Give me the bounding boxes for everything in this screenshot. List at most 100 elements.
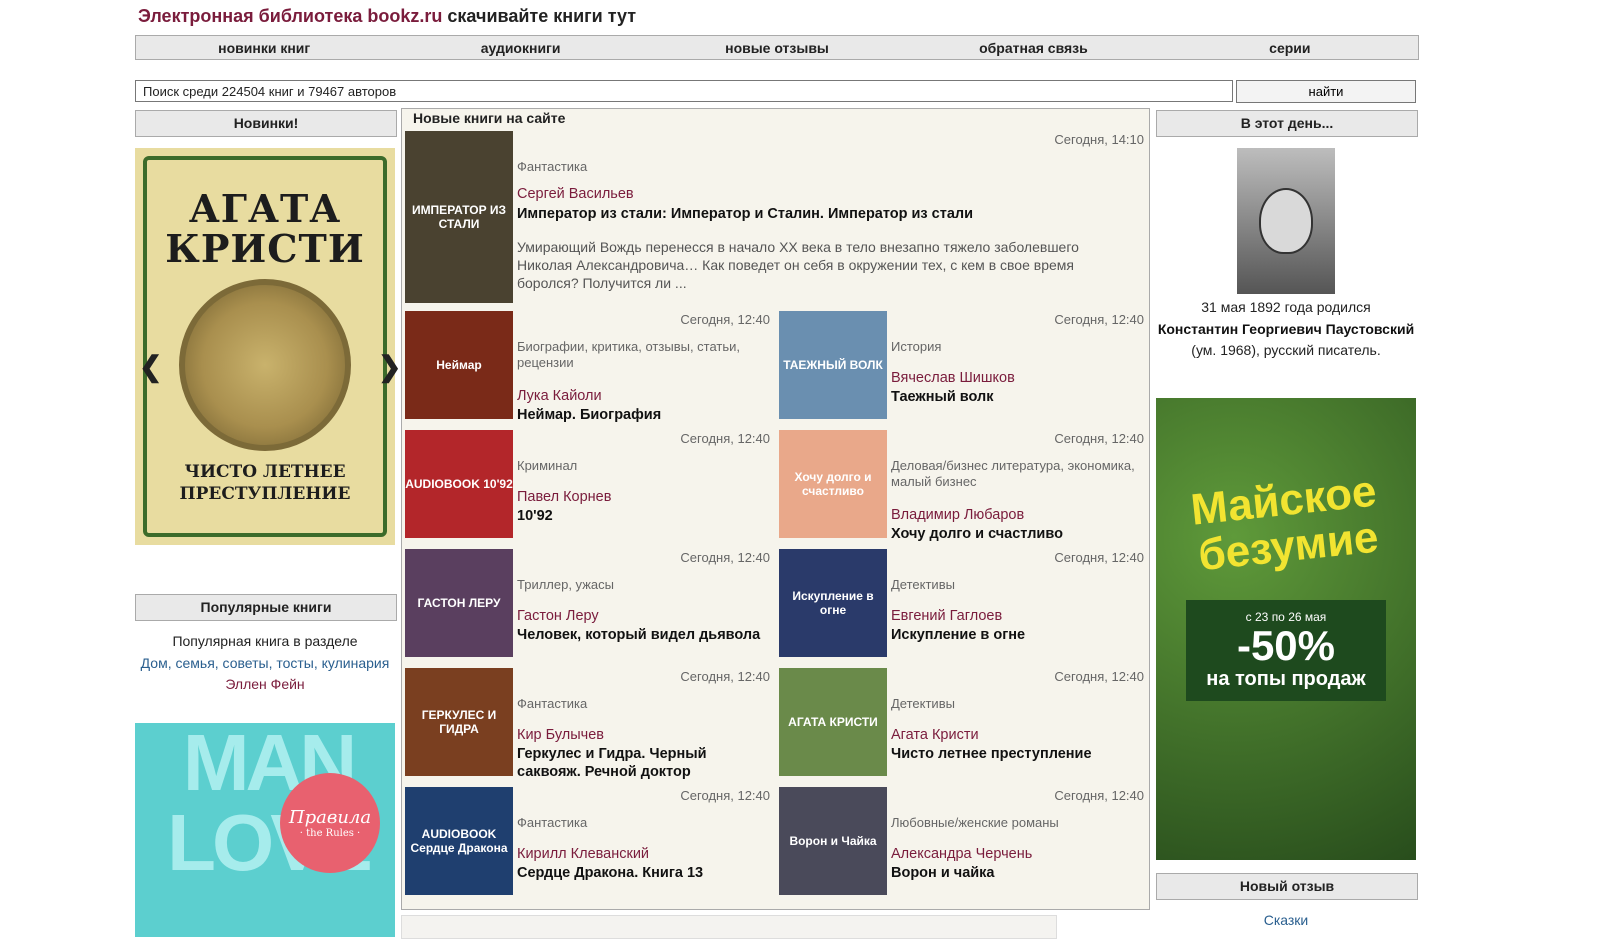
book-date: Сегодня, 12:40 xyxy=(1054,550,1144,565)
book-title-link[interactable]: Искупление в огне xyxy=(891,626,1141,644)
promo-banner[interactable]: Майское безумие с 23 по 26 мая -50% на т… xyxy=(1156,398,1416,860)
nav-feedback[interactable]: обратная связь xyxy=(905,40,1161,56)
nav-new-books[interactable]: новинки книг xyxy=(136,40,392,56)
book-date: Сегодня, 14:10 xyxy=(1054,132,1144,147)
book-cover-text: ИМПЕРАТОР ИЗ СТАЛИ xyxy=(411,203,507,231)
cover-author: АГАТА КРИСТИ xyxy=(165,185,365,271)
book-cover-thumb[interactable]: Хочу долго и счастливо xyxy=(779,430,887,538)
nav-audiobooks[interactable]: аудиокниги xyxy=(392,40,648,56)
popular-section-link[interactable]: Дом, семья, советы, тосты, кулинария xyxy=(141,655,390,671)
book-genre: Триллер, ужасы xyxy=(517,577,614,592)
book-date: Сегодня, 12:40 xyxy=(1054,431,1144,446)
book-author-link[interactable]: Евгений Гаглоев xyxy=(891,608,1002,624)
book-author-link[interactable]: Лука Кайоли xyxy=(517,388,602,404)
promo-box: с 23 по 26 мая -50% на топы продаж xyxy=(1186,599,1386,701)
book-title-link[interactable]: Таежный волк xyxy=(891,388,1141,406)
book-genre: Детективы xyxy=(891,577,955,592)
this-day-heading: В этот день... xyxy=(1156,110,1418,137)
cover-title: ЧИСТО ЛЕТНЕЕ ПРЕСТУПЛЕНИЕ xyxy=(179,461,351,504)
new-review-heading: Новый отзыв xyxy=(1156,873,1418,900)
book-genre: Фантастика xyxy=(517,696,588,711)
book-cover-text: AUDIOBOOK 10'92 xyxy=(405,477,513,491)
book-cover-text: Хочу долго и счастливо xyxy=(794,470,872,498)
carousel-next-icon[interactable]: ❯ xyxy=(378,350,401,383)
popular-book-cover[interactable]: MAN LOVE Правила · the Rules · xyxy=(135,723,395,937)
book-date: Сегодня, 12:40 xyxy=(680,431,770,446)
nav-new-reviews[interactable]: новые отзывы xyxy=(649,40,905,56)
book-date: Сегодня, 12:40 xyxy=(680,312,770,327)
book-title-link[interactable]: Император из стали: Император и Сталин. … xyxy=(517,205,973,223)
book-author-link[interactable]: Павел Корнев xyxy=(517,489,611,505)
book-author-link[interactable]: Кирилл Клеванский xyxy=(517,846,649,862)
book-item: АГАТА КРИСТИ Сегодня, 12:40 Детективы Агата… xyxy=(776,665,1149,784)
book-cover-thumb[interactable]: AUDIOBOOK 10'92 xyxy=(405,430,513,538)
book-author-link[interactable]: Александра Черчень xyxy=(891,846,1032,862)
book-cover-thumb[interactable]: Неймар xyxy=(405,311,513,419)
bottom-banner xyxy=(401,915,1057,939)
book-title-link[interactable]: Хочу долго и счастливо xyxy=(891,525,1141,543)
book-date: Сегодня, 12:40 xyxy=(1054,669,1144,684)
book-date: Сегодня, 12:40 xyxy=(1054,788,1144,803)
book-author-link[interactable]: Сергей Васильев xyxy=(517,186,634,202)
book-title-link[interactable]: Человек, который видел дьявола xyxy=(517,626,767,644)
book-cover-text: AUDIOBOOK Сердце Дракона xyxy=(410,827,508,855)
review-category-link[interactable]: Сказки xyxy=(1156,912,1416,928)
book-item: Неймар Сегодня, 12:40 Биографии, критика, … xyxy=(402,308,775,427)
book-cover-thumb[interactable]: Ворон и Чайка xyxy=(779,787,887,895)
book-item: Ворон и Чайка Сегодня, 12:40 Любовные/женс… xyxy=(776,784,1149,903)
book-cover-text: Неймар xyxy=(436,358,482,372)
book-date: Сегодня, 12:40 xyxy=(680,550,770,565)
popular-book-info: Популярная книга в разделе Дом, семья, с… xyxy=(135,631,395,696)
book-title-link[interactable]: 10'92 xyxy=(517,507,767,525)
featured-cover[interactable]: АГАТА КРИСТИ ЧИСТО ЛЕТНЕЕ ПРЕСТУПЛЕНИЕ xyxy=(135,148,395,545)
nav-series[interactable]: серии xyxy=(1162,40,1418,56)
book-description: Умирающий Вождь перенесся в начало ХХ ве… xyxy=(517,239,1079,291)
book-cover-thumb[interactable]: АГАТА КРИСТИ xyxy=(779,668,887,776)
book-author-link[interactable]: Агата Кристи xyxy=(891,727,979,743)
site-name-link[interactable]: Электронная библиотека bookz.ru xyxy=(138,6,442,26)
book-title-link[interactable]: Чисто летнее преступление xyxy=(891,745,1141,763)
book-cover-thumb[interactable]: ГЕРКУЛЕС И ГИДРА xyxy=(405,668,513,776)
book-cover-thumb[interactable]: AUDIOBOOK Сердце Дракона xyxy=(405,787,513,895)
book-title-link[interactable]: Ворон и чайка xyxy=(891,864,1141,882)
portrait-face xyxy=(1259,188,1313,254)
book-author-link[interactable]: Владимир Любаров xyxy=(891,507,1024,523)
book-item: ТАЕЖНЫЙ ВОЛК Сегодня, 12:40 История Вячесла… xyxy=(776,308,1149,427)
book-date: Сегодня, 12:40 xyxy=(1054,312,1144,327)
featured-book: ИМПЕРАТОР ИЗ СТАЛИ Сегодня, 14:10 Фантас… xyxy=(402,128,1149,308)
book-genre: Фантастика xyxy=(517,159,588,174)
book-cover-thumb[interactable]: ТАЕЖНЫЙ ВОЛК xyxy=(779,311,887,419)
new-books-heading: Новинки! xyxy=(135,110,397,137)
book-genre: Любовные/женские романы xyxy=(891,815,1059,830)
popular-author-link[interactable]: Эллен Фейн xyxy=(225,676,304,692)
book-cover-thumb[interactable]: Искупление в огне xyxy=(779,549,887,657)
book-author-link[interactable]: Гастон Леру xyxy=(517,608,599,624)
promo-subtitle: на топы продаж xyxy=(1206,667,1366,690)
this-day-bio: 31 мая 1892 года родился Константин Геор… xyxy=(1156,297,1416,362)
book-title-link[interactable]: Сердце Дракона. Книга 13 xyxy=(517,864,767,882)
book-cover-text: ТАЕЖНЫЙ ВОЛК xyxy=(783,358,883,372)
book-item: AUDIOBOOK Сердце Дракона Сегодня, 12:40 Фа… xyxy=(402,784,775,903)
book-author-link[interactable]: Вячеслав Шишков xyxy=(891,370,1015,386)
site-header: Электронная библиотека bookz.ru скачивай… xyxy=(138,6,636,27)
book-cover-thumb[interactable]: ИМПЕРАТОР ИЗ СТАЛИ xyxy=(405,131,513,303)
book-genre: Детективы xyxy=(891,696,955,711)
book-title-link[interactable]: Неймар. Биография xyxy=(517,406,767,424)
book-genre: Криминал xyxy=(517,458,578,473)
bio-author-link[interactable]: Константин Георгиевич Паустовский xyxy=(1158,321,1414,337)
new-books-panel: Новые книги на сайте ИМПЕРАТОР ИЗ СТАЛИ … xyxy=(401,108,1150,910)
cover2-badge: Правила · the Rules · xyxy=(280,773,380,873)
book-title-link[interactable]: Геркулес и Гидра. Черный саквояж. Речной… xyxy=(517,745,767,781)
book-author-link[interactable]: Кир Булычев xyxy=(517,727,604,743)
cover-medal-image xyxy=(179,278,351,451)
book-date: Сегодня, 12:40 xyxy=(680,788,770,803)
bio-date: 31 мая 1892 года родился xyxy=(1201,299,1371,315)
book-cover-text: Искупление в огне xyxy=(792,589,874,617)
search-button[interactable]: найти xyxy=(1236,80,1416,103)
carousel-prev-icon[interactable]: ❮ xyxy=(139,350,162,383)
book-cover-thumb[interactable]: ГАСТОН ЛЕРУ xyxy=(405,549,513,657)
author-portrait[interactable] xyxy=(1237,148,1335,294)
search-input[interactable] xyxy=(135,80,1233,102)
promo-discount: -50% xyxy=(1236,621,1336,669)
book-genre: Биографии, критика, отзывы, статьи, реце… xyxy=(517,339,741,370)
